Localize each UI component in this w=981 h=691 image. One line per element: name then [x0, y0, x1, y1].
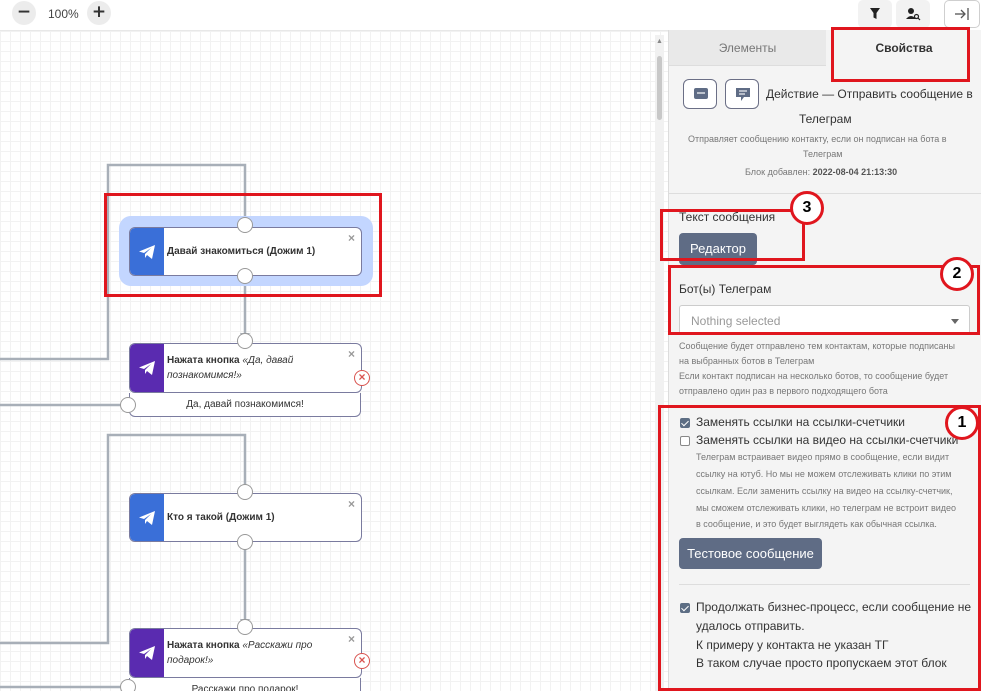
button-output: Да, давай познакомимся!: [129, 393, 361, 417]
button-pressed-node[interactable]: Нажата кнопка «Расскажи про подарок!» ×: [129, 628, 362, 678]
annotation-badge-2: 2: [940, 257, 974, 291]
message-text-icon: [736, 88, 750, 101]
message-view-button[interactable]: [683, 79, 717, 109]
node-title: Нажата кнопка «Да, давай познакомимся!»: [167, 355, 294, 381]
bots-help-line-1: Сообщение будет отправлено тем контактам…: [679, 341, 955, 351]
annotation-badge-3: 3: [790, 191, 824, 225]
error-icon[interactable]: ×: [354, 653, 370, 669]
user-search-icon: [906, 8, 921, 21]
annotation-box-options: [658, 405, 981, 691]
tab-elements[interactable]: Элементы: [669, 30, 826, 66]
node-title: Нажата кнопка «Расскажи про подарок!»: [167, 640, 313, 666]
input-port[interactable]: [237, 333, 253, 349]
annotation-box-selected-node: [104, 193, 382, 297]
message-icon: [694, 88, 708, 99]
user-search-button[interactable]: [896, 0, 930, 28]
action-title-continued: Телеграм: [799, 112, 852, 126]
bots-help-line-2: на выбранных ботов в Телеграм: [679, 356, 815, 366]
collapse-panel-icon: [955, 8, 969, 20]
annotation-box-editor: [660, 209, 805, 261]
node-title: Кто я такой (Дожим 1): [167, 512, 275, 523]
block-added-info: Блок добавлен: 2022-08-04 21:13:30: [745, 167, 898, 177]
flow-canvas[interactable]: Давай знакомиться (Дожим 1) × Нажата кно…: [0, 30, 668, 691]
close-icon[interactable]: ×: [348, 497, 355, 511]
input-port[interactable]: [237, 484, 253, 500]
annotation-box-bots: [668, 265, 980, 335]
close-icon[interactable]: ×: [348, 632, 355, 646]
error-icon[interactable]: ×: [354, 370, 370, 386]
button-pressed-node[interactable]: Нажата кнопка «Да, давай познакомимся!» …: [129, 343, 362, 393]
action-title: Действие — Отправить сообщение в: [766, 87, 973, 101]
divider: [669, 193, 981, 194]
message-text-button[interactable]: [725, 79, 759, 109]
filter-icon: [870, 8, 880, 19]
output-port[interactable]: [237, 534, 253, 550]
bots-help-line-3: Если контакт подписан на несколько ботов…: [679, 371, 949, 381]
telegram-icon: [130, 344, 164, 392]
scroll-up-arrow-icon[interactable]: ▲: [656, 38, 663, 45]
annotation-badge-1: 1: [945, 406, 979, 440]
action-description: Отправляет сообщению контакту, если он п…: [688, 134, 947, 144]
zoom-level: 100%: [48, 7, 79, 21]
telegram-icon: [130, 494, 164, 541]
annotation-box-properties-tab: [831, 27, 970, 82]
zoom-in-button[interactable]: +: [87, 1, 111, 25]
telegram-icon: [130, 629, 164, 677]
toolbar: − 100% +: [0, 0, 981, 30]
zoom-out-button[interactable]: −: [12, 1, 36, 25]
filter-button[interactable]: [858, 0, 892, 28]
button-output: Расскажи про подарок!: [129, 678, 361, 691]
input-port[interactable]: [237, 619, 253, 635]
collapse-panel-button[interactable]: [944, 0, 980, 28]
output-port[interactable]: [120, 397, 136, 413]
action-description-continued: Телеграм: [803, 149, 843, 159]
scrollbar-thumb[interactable]: [657, 56, 662, 120]
close-icon[interactable]: ×: [348, 347, 355, 361]
bots-help-line-4: отправлено один раз в первого подходящег…: [679, 386, 888, 396]
output-port[interactable]: [120, 679, 136, 691]
